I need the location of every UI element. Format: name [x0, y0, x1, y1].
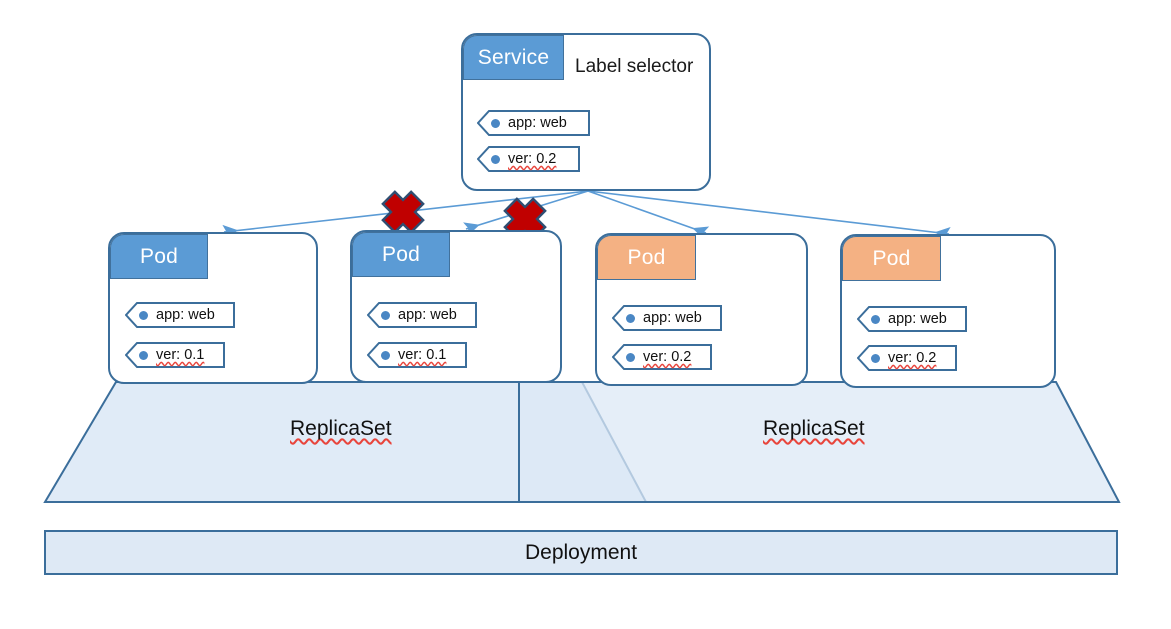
- pod-1-label-ver-text: ver: 0.1: [156, 347, 205, 363]
- pod-card-1-header-label: Pod: [140, 244, 178, 268]
- pod-1-label-tag-app[interactable]: app: web: [125, 302, 235, 328]
- pod-1-label-app-text: app: web: [156, 307, 215, 323]
- pod-2-label-ver-text: ver: 0.1: [398, 347, 447, 363]
- pod-3-label-tag-app[interactable]: app: web: [612, 305, 722, 331]
- deployment-label: Deployment: [524, 540, 638, 564]
- replicaset-label-left: ReplicaSet: [290, 417, 392, 440]
- deployment-bar[interactable]: Deployment: [44, 530, 1118, 575]
- pod-card-1-header: Pod: [110, 234, 208, 279]
- pod-card-2-header-label: Pod: [382, 242, 420, 266]
- pod-card-3-header-label: Pod: [627, 245, 666, 269]
- pod-card-4-header-label: Pod: [872, 246, 911, 270]
- service-label-tag-app[interactable]: app: web: [477, 110, 590, 136]
- tag-bullet-icon: [626, 313, 635, 323]
- pod-card-2[interactable]: Pod app: web ver: 0.1: [350, 230, 562, 383]
- pod-2-label-tag-ver[interactable]: ver: 0.1: [367, 342, 467, 368]
- pod-card-3-header: Pod: [597, 235, 696, 280]
- tag-bullet-icon: [491, 118, 500, 128]
- pod-card-4-header: Pod: [842, 236, 941, 281]
- service-label-tag-ver[interactable]: ver: 0.2: [477, 146, 580, 172]
- pod-2-label-tag-app[interactable]: app: web: [367, 302, 477, 328]
- tag-bullet-icon: [871, 314, 880, 324]
- tag-bullet-icon: [381, 310, 390, 320]
- replicaset-label-right: ReplicaSet: [763, 417, 865, 440]
- tag-bullet-icon: [491, 154, 500, 164]
- pod-2-label-app-text: app: web: [398, 307, 457, 323]
- pod-3-label-tag-ver[interactable]: ver: 0.2: [612, 344, 712, 370]
- pod-1-label-tag-ver[interactable]: ver: 0.1: [125, 342, 225, 368]
- service-card[interactable]: Service Label selector app: web ver: 0.2: [461, 33, 711, 191]
- pod-card-1[interactable]: Pod app: web ver: 0.1: [108, 232, 318, 384]
- pod-4-label-tag-ver[interactable]: ver: 0.2: [857, 345, 957, 371]
- pod-4-label-tag-app[interactable]: app: web: [857, 306, 967, 332]
- connector-service-to-pod-4: [587, 190, 951, 242]
- pod-card-4[interactable]: Pod app: web ver: 0.2: [840, 234, 1056, 388]
- pod-card-2-header: Pod: [352, 232, 450, 277]
- tag-bullet-icon: [626, 352, 635, 362]
- tag-bullet-icon: [139, 350, 148, 360]
- service-label-app-text: app: web: [508, 115, 567, 131]
- diagram-canvas: Service Label selector app: web ver: 0.2…: [0, 0, 1171, 629]
- service-header-label: Service: [477, 45, 550, 69]
- tag-bullet-icon: [381, 350, 390, 360]
- pod-3-label-app-text: app: web: [643, 310, 702, 326]
- pod-card-3[interactable]: Pod app: web ver: 0.2: [595, 233, 808, 386]
- tag-bullet-icon: [139, 310, 148, 320]
- service-card-header: Service: [463, 35, 564, 80]
- pod-4-label-ver-text: ver: 0.2: [888, 350, 937, 366]
- tag-bullet-icon: [871, 353, 880, 363]
- replicaset-trapezoid-right: [518, 381, 1121, 503]
- pod-4-label-app-text: app: web: [888, 311, 947, 327]
- service-label-ver-text: ver: 0.2: [508, 151, 557, 167]
- pod-3-label-ver-text: ver: 0.2: [643, 349, 692, 365]
- service-label-selector-text: Label selector: [575, 56, 694, 77]
